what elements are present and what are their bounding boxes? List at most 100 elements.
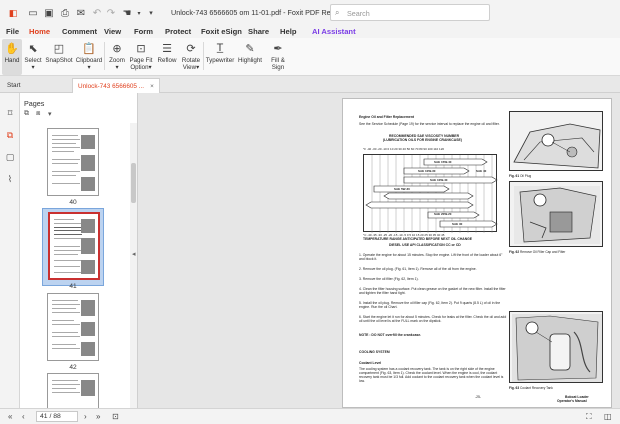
menu-comment[interactable]: Comment — [62, 27, 97, 36]
cursor-icon: ⬉ — [28, 42, 38, 55]
menu-protect[interactable]: Protect — [165, 27, 191, 36]
status-bar: « ‹ 41 / 88 › » ⊡ ⛶ ◫ — [0, 408, 620, 424]
step-1: 1. Operate the engine for about 15 minut… — [359, 253, 503, 261]
step-4: 4. Clean the filter housing surface. Put… — [359, 287, 506, 295]
menu-file[interactable]: File — [6, 27, 19, 36]
cooling-section-heading: COOLING SYSTEM — [359, 350, 390, 354]
thumbnail-page-43[interactable] — [42, 373, 104, 408]
page-fit-button[interactable]: ⊡ Page Fit Option▾ — [128, 39, 154, 75]
search-input[interactable]: ⌕ Search — [330, 4, 490, 21]
menu-help[interactable]: Help — [280, 27, 296, 36]
scrollbar-thumb[interactable] — [131, 163, 136, 203]
figure-caption: Fig. 62 Remove Oil Filler Cap and Filter — [509, 250, 566, 254]
chart-footer: TEMPERATURE RANGE ANTICIPATED BEFORE NEX… — [363, 237, 473, 241]
clipboard-icon: 📋 — [82, 42, 96, 55]
figure-oil-filter — [509, 181, 603, 247]
page-number-input[interactable]: 41 / 88 — [36, 411, 78, 422]
coolant-tank-drawing — [512, 314, 602, 382]
quick-access-more-icon[interactable]: ▾ — [144, 6, 158, 20]
fullscreen-icon[interactable]: ⛶ — [586, 412, 592, 422]
page-thumbnail-image — [48, 212, 100, 280]
thumbnail-page-40[interactable]: 40 — [42, 128, 104, 206]
thumbnail-page-42[interactable]: 42 — [42, 293, 104, 371]
save-icon[interactable]: ▣ — [42, 6, 56, 20]
pages-panel: Pages ⧉ ⧈ ▾ 40 41 42 — [20, 93, 138, 408]
oil-filter-drawing — [514, 186, 600, 244]
typewriter-button[interactable]: T̲ Typewriter — [206, 39, 235, 75]
coolant-text: The cooling system has a coolant recover… — [359, 367, 504, 383]
note-text: NOTE : DO NOT overfill the crankcase. — [359, 333, 422, 337]
viscosity-chart: SAE 15W-40 SAE 10W-30 SAE 10W-40 SAE 5W-… — [363, 154, 498, 233]
menu-ai-assistant[interactable]: AI Assistant — [312, 27, 356, 36]
document-tabs: Start Unlock-743 6566605 ... × — [0, 76, 620, 93]
step-5: 5. Install the oil plug. Remove the oil … — [359, 301, 501, 309]
rotate-icon: ⟳ — [186, 42, 196, 55]
page-navigation-icon[interactable]: ⊡ — [112, 412, 119, 421]
thumbnails-scrollbar[interactable] — [130, 123, 137, 408]
print-icon[interactable]: ⎙ — [58, 6, 72, 20]
menu-share[interactable]: Share — [248, 27, 269, 36]
hand-label: Hand — [4, 57, 20, 64]
undo-icon[interactable]: ↶ — [90, 6, 104, 20]
redo-icon[interactable]: ↷ — [104, 6, 118, 20]
camera-icon: ◰ — [53, 42, 65, 55]
highlight-button[interactable]: ✎ Highlight — [236, 39, 264, 75]
snapshot-button[interactable]: ◰ SnapShot — [45, 39, 73, 75]
sae-label: SAE 10W-30 — [418, 169, 436, 173]
page-number-label: 40 — [69, 199, 77, 206]
page-thumbnails: 40 41 42 — [20, 123, 130, 408]
open-folder-icon[interactable]: ▭ — [26, 6, 40, 20]
reflow-button[interactable]: ☰ Reflow — [156, 39, 178, 75]
previous-page-icon[interactable]: ‹ — [22, 412, 25, 421]
figure-oil-plug — [509, 111, 603, 171]
page-thumbnail-image — [47, 128, 99, 196]
bookmark-icon[interactable]: ⌑ — [4, 107, 16, 119]
last-page-icon[interactable]: » — [96, 412, 100, 421]
collapse-panel-icon[interactable]: ◂ — [132, 250, 136, 258]
figure-caption: Fig. 63 Coolant Recovery Tank — [509, 386, 553, 390]
email-icon[interactable]: ✉ — [74, 6, 88, 20]
tab-start[interactable]: Start — [2, 78, 26, 93]
sae-label: SAE 15W-40 — [434, 160, 452, 164]
clipboard-button[interactable]: 📋 Clipboard ▾ — [76, 39, 102, 75]
select-button[interactable]: ⬉ Select ▾ — [24, 39, 42, 75]
page-thumbnail-image — [47, 293, 99, 361]
page-fit-icon: ⊡ — [136, 42, 146, 55]
next-page-icon[interactable]: › — [84, 412, 87, 421]
menu-form[interactable]: Form — [134, 27, 153, 36]
figure-coolant-tank — [509, 311, 603, 383]
hand-button[interactable]: ✋ Hand — [2, 39, 22, 75]
rotate-view-button[interactable]: ⟳ Rotate View▾ — [180, 39, 202, 75]
figure-caption: Fig. 61 Oil Plug — [509, 174, 532, 178]
oil-plug-drawing — [513, 123, 601, 169]
pages-icon[interactable]: ⧉ — [4, 129, 16, 141]
fill-sign-button[interactable]: ✒ Fill & Sign — [268, 39, 288, 75]
tab-close-icon[interactable]: × — [150, 83, 154, 90]
thumbnail-page-41-selected[interactable]: 41 — [42, 208, 104, 290]
menu-home[interactable]: Home — [29, 27, 51, 40]
sae-label: SAE 10W-40 — [430, 178, 448, 182]
search-placeholder: Search — [347, 9, 370, 18]
pages-panel-title: Pages — [24, 99, 45, 108]
tab-document[interactable]: Unlock-743 6566605 ... × — [72, 78, 160, 93]
page-fit-label: Page Fit Option▾ — [129, 57, 153, 71]
hand-icon: ✋ — [5, 42, 19, 55]
page-delete-icon[interactable]: ⧈ — [36, 110, 40, 118]
page-insert-icon[interactable]: ▾ — [48, 110, 52, 118]
menu-view[interactable]: View — [104, 27, 121, 36]
menu-foxit-esign[interactable]: Foxit eSign — [201, 27, 242, 36]
intro-text: See the Service Schedule (Page 19) for t… — [359, 122, 500, 126]
zoom-button[interactable]: ⊕ Zoom ▾ — [108, 39, 126, 75]
page-options-icon[interactable]: ⧉ — [24, 110, 29, 118]
typewriter-icon: T̲ — [216, 42, 224, 54]
highlight-label: Highlight — [237, 57, 263, 64]
search-icon: ⌕ — [335, 8, 340, 17]
display-settings-icon[interactable]: ◫ — [604, 412, 612, 421]
first-page-icon[interactable]: « — [8, 412, 12, 421]
title-bar: ◧ ▭ ▣ ⎙ ✉ ↶ ↷ ☚ ▾ ▾ Unlock-743 6566605 o… — [0, 0, 620, 26]
attachment-icon[interactable]: ⌇ — [4, 173, 16, 185]
comments-icon[interactable]: ▢ — [4, 151, 16, 163]
clipboard-label: Clipboard ▾ — [75, 57, 103, 71]
document-view[interactable]: Engine Oil and Filter Replacement See th… — [138, 93, 620, 408]
snapshot-label: SnapShot — [45, 57, 73, 64]
